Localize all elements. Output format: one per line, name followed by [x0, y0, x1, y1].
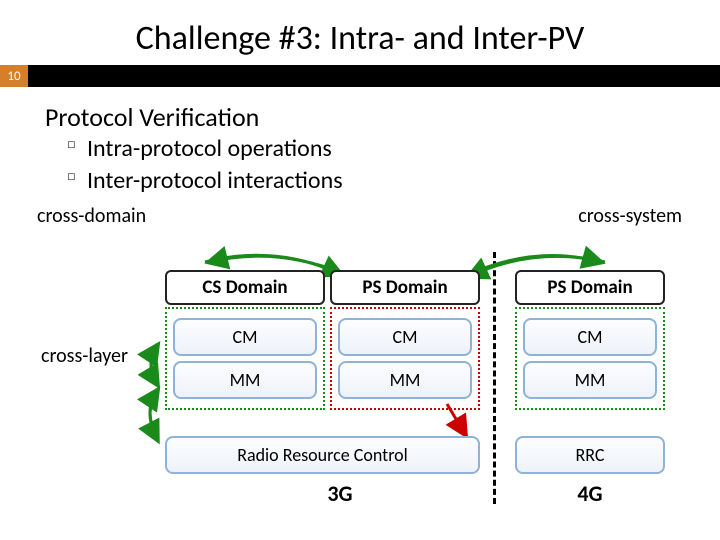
diagram-top-labels: cross-domain cross-system — [45, 204, 680, 240]
column-header: CS Domain — [165, 270, 325, 305]
column-ps-domain-3g: PS Domain CM MM — [330, 270, 480, 410]
layer-cell-mm: MM — [523, 361, 657, 399]
label-cross-domain: cross-domain — [37, 204, 146, 228]
content-area: Protocol Verification Intra-protocol ope… — [0, 87, 720, 240]
layer-cell-rrc: RRC — [515, 436, 665, 474]
layer-cell-mm: MM — [338, 361, 472, 399]
page-bar: 10 — [0, 65, 720, 87]
layer-cell-rrc: Radio Resource Control — [165, 436, 480, 474]
bullet-item: Intra-protocol operations — [67, 133, 680, 165]
column-header: PS Domain — [330, 270, 480, 305]
layer-cell-cm: CM — [338, 318, 472, 356]
label-cross-system: cross-system — [578, 204, 682, 228]
bullet-item: Inter-protocol interactions — [67, 165, 680, 197]
rrc-4g-block: RRC — [515, 436, 665, 474]
column-body: CM MM — [330, 307, 480, 410]
column-header: PS Domain — [515, 270, 665, 305]
column-ps-domain-4g: PS Domain CM MM — [515, 270, 665, 410]
layer-cell-cm: CM — [523, 318, 657, 356]
subtitle: Protocol Verification — [45, 101, 680, 133]
rrc-3g-block: Radio Resource Control — [165, 436, 480, 474]
column-body: CM MM — [165, 307, 325, 410]
bullet-list: Intra-protocol operations Inter-protocol… — [45, 133, 680, 198]
label-cross-layer: cross-layer — [41, 344, 128, 368]
column-cs-domain: CS Domain CM MM — [165, 270, 325, 410]
system-divider — [493, 252, 496, 504]
label-4g: 4G — [515, 480, 665, 507]
page-bar-fill — [28, 65, 720, 87]
page-number: 10 — [0, 65, 28, 87]
layer-cell-mm: MM — [173, 361, 317, 399]
label-3g: 3G — [260, 480, 420, 507]
column-body: CM MM — [515, 307, 665, 410]
slide-title: Challenge #3: Intra- and Inter-PV — [0, 0, 720, 65]
layer-cell-cm: CM — [173, 318, 317, 356]
